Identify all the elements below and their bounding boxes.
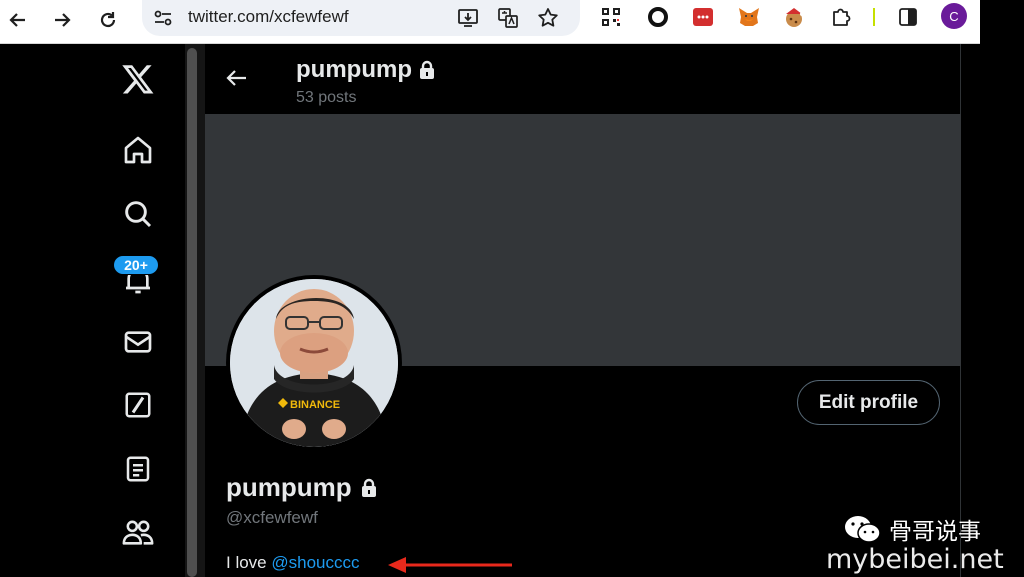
arrow-left-icon <box>226 70 246 86</box>
post-count: 53 posts <box>296 89 357 106</box>
reload-button[interactable] <box>94 6 122 34</box>
edit-profile-button[interactable]: Edit profile <box>797 380 940 425</box>
avatar-shirt-text: BINANCE <box>290 399 340 411</box>
avatar-portrait-image: BINANCE <box>230 279 398 447</box>
bio-text: I love <box>226 553 272 572</box>
lock-icon <box>361 478 376 497</box>
nav-explore[interactable] <box>120 196 156 232</box>
header-name-text: pumpump <box>296 56 412 83</box>
x-logo[interactable] <box>120 61 156 97</box>
search-icon <box>125 201 152 228</box>
display-name-text: pumpump <box>226 472 352 502</box>
browser-toolbar: twitter.com/xcfewfewf C <box>0 0 980 44</box>
cookie-extension-icon[interactable] <box>781 4 807 30</box>
site-settings-icon[interactable] <box>152 7 174 34</box>
home-icon <box>124 136 152 164</box>
watermark-header: 骨哥说事 <box>843 512 981 546</box>
nav-lists[interactable] <box>120 451 156 487</box>
qr-code-extension-icon[interactable] <box>598 4 624 30</box>
profile-display-name: pumpump <box>226 472 378 503</box>
address-bar[interactable]: twitter.com/xcfewfewf <box>142 0 580 36</box>
list-icon <box>126 456 150 482</box>
scrollbar-thumb[interactable] <box>187 48 197 577</box>
profile-avatar[interactable]: BINANCE <box>226 275 402 451</box>
bio-mention-link[interactable]: @shoucccc <box>271 553 359 572</box>
watermark-site: mybeibei.net <box>826 544 1004 575</box>
browser-profile-avatar[interactable]: C <box>941 3 967 29</box>
password-manager-extension-icon[interactable] <box>690 4 716 30</box>
x-logo-icon <box>122 65 154 94</box>
arrow-left-icon <box>9 13 25 27</box>
arrow-right-icon <box>55 13 71 27</box>
profile-bio: I love @shoucccc <box>226 553 359 573</box>
grok-slash-icon <box>125 392 151 418</box>
url-text[interactable]: twitter.com/xcfewfewf <box>188 7 349 27</box>
extensions-puzzle-icon[interactable] <box>828 4 854 30</box>
side-panel-icon[interactable] <box>895 4 921 30</box>
toolbar-divider <box>873 8 875 26</box>
forward-button[interactable] <box>48 6 76 34</box>
reload-icon <box>100 12 116 28</box>
back-button[interactable] <box>4 6 32 34</box>
mail-icon <box>124 331 152 353</box>
profile-back-button[interactable] <box>225 66 249 95</box>
install-app-icon[interactable] <box>456 6 480 30</box>
nav-grok[interactable] <box>120 387 156 423</box>
ring-extension-icon[interactable] <box>645 4 671 30</box>
profile-handle: @xcfewfewf <box>226 508 318 527</box>
header-profile-name: pumpump <box>296 56 436 84</box>
metamask-fox-icon[interactable] <box>736 4 762 30</box>
watermark-title: 骨哥说事 <box>889 519 981 545</box>
nav-home[interactable] <box>120 132 156 168</box>
nav-messages[interactable] <box>120 324 156 360</box>
translate-icon[interactable] <box>496 6 520 30</box>
lock-icon <box>419 60 434 79</box>
nav-communities[interactable] <box>120 514 156 550</box>
people-icon <box>122 520 154 545</box>
annotation-red-arrow <box>388 557 512 573</box>
notification-count-badge: 20+ <box>113 255 159 275</box>
wechat-icon <box>845 516 881 543</box>
bookmark-star-icon[interactable] <box>536 6 560 30</box>
